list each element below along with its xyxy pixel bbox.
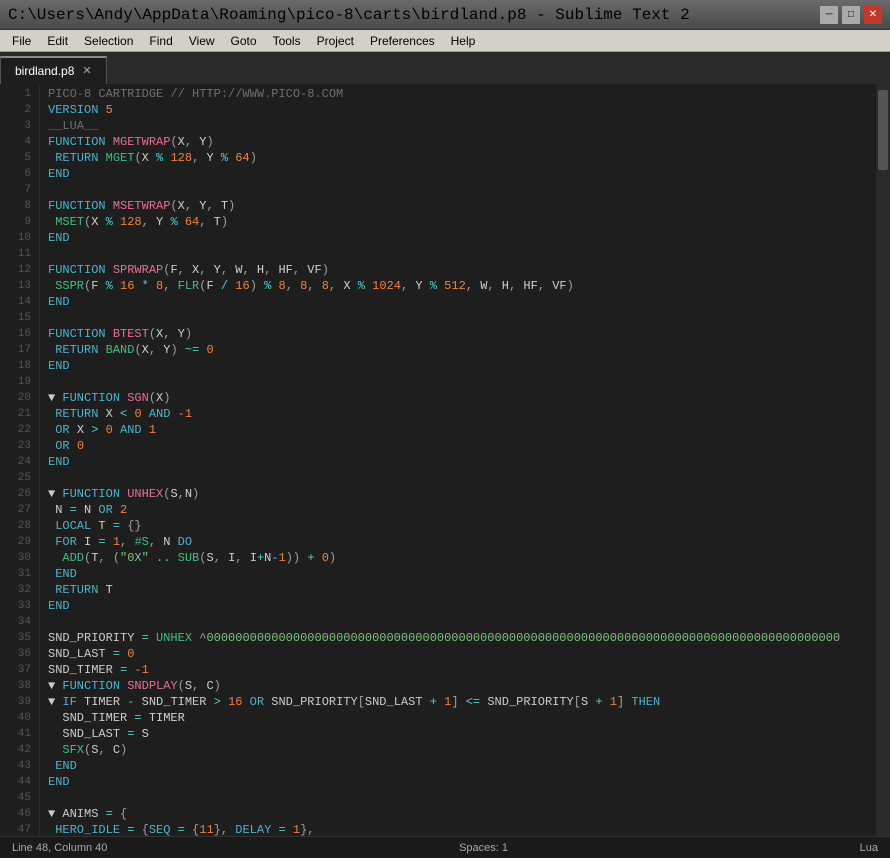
- code-line-41: SND_LAST = S: [48, 726, 876, 742]
- maximize-button[interactable]: □: [842, 6, 860, 24]
- code-line-26: ▼ FUNCTION UNHEX(S,N): [48, 486, 876, 502]
- code-line-45: [48, 790, 876, 806]
- tab-birdland[interactable]: birdland.p8 ✕: [0, 56, 107, 84]
- code-line-34: [48, 614, 876, 630]
- code-line-7: [48, 182, 876, 198]
- tab-close-button[interactable]: ✕: [82, 66, 91, 77]
- menu-file[interactable]: File: [4, 30, 39, 51]
- code-line-37: SND_TIMER = -1: [48, 662, 876, 678]
- code-line-11: [48, 246, 876, 262]
- code-line-42: SFX(S, C): [48, 742, 876, 758]
- close-button[interactable]: ✕: [864, 6, 882, 24]
- code-line-29: FOR I = 1, #S, N DO: [48, 534, 876, 550]
- code-line-46: ▼ ANIMS = {: [48, 806, 876, 822]
- code-line-27: N = N OR 2: [48, 502, 876, 518]
- code-line-12: FUNCTION SPRWRAP(F, X, Y, W, H, HF, VF): [48, 262, 876, 278]
- code-line-39: ▼ IF TIMER - SND_TIMER > 16 OR SND_PRIOR…: [48, 694, 876, 710]
- menu-find[interactable]: Find: [141, 30, 180, 51]
- menu-preferences[interactable]: Preferences: [362, 30, 443, 51]
- code-line-30: ADD(T, ("0X" .. SUB(S, I, I+N-1)) + 0): [48, 550, 876, 566]
- code-line-5: RETURN MGET(X % 128, Y % 64): [48, 150, 876, 166]
- code-line-43: END: [48, 758, 876, 774]
- code-line-21: RETURN X < 0 AND -1: [48, 406, 876, 422]
- window-controls: ─ □ ✕: [820, 6, 882, 24]
- tab-label: birdland.p8: [15, 64, 74, 78]
- code-line-32: RETURN T: [48, 582, 876, 598]
- code-line-15: [48, 310, 876, 326]
- menu-help[interactable]: Help: [443, 30, 484, 51]
- code-line-3: __LUA__: [48, 118, 876, 134]
- code-line-1: PICO-8 CARTRIDGE // HTTP://WWW.PICO-8.CO…: [48, 86, 876, 102]
- code-line-31: END: [48, 566, 876, 582]
- code-line-14: END: [48, 294, 876, 310]
- menu-project[interactable]: Project: [309, 30, 362, 51]
- status-bar: Line 48, Column 40 Spaces: 1 Lua: [0, 836, 890, 858]
- code-line-38: ▼ FUNCTION SNDPLAY(S, C): [48, 678, 876, 694]
- file-type: Lua: [860, 842, 878, 854]
- code-line-22: OR X > 0 AND 1: [48, 422, 876, 438]
- code-line-18: END: [48, 358, 876, 374]
- menu-goto[interactable]: Goto: [223, 30, 265, 51]
- minimize-button[interactable]: ─: [820, 6, 838, 24]
- code-editor[interactable]: PICO-8 CARTRIDGE // HTTP://WWW.PICO-8.CO…: [40, 84, 876, 836]
- code-line-9: MSET(X % 128, Y % 64, T): [48, 214, 876, 230]
- code-line-24: END: [48, 454, 876, 470]
- code-line-17: RETURN BAND(X, Y) ~= 0: [48, 342, 876, 358]
- menu-view[interactable]: View: [181, 30, 223, 51]
- code-line-2: VERSION 5: [48, 102, 876, 118]
- code-line-16: FUNCTION BTEST(X, Y): [48, 326, 876, 342]
- scrollbar[interactable]: [876, 84, 890, 836]
- code-line-28: LOCAL T = {}: [48, 518, 876, 534]
- menu-edit[interactable]: Edit: [39, 30, 76, 51]
- code-line-23: OR 0: [48, 438, 876, 454]
- code-line-33: END: [48, 598, 876, 614]
- tab-bar: birdland.p8 ✕: [0, 52, 890, 84]
- code-line-40: SND_TIMER = TIMER: [48, 710, 876, 726]
- code-line-25: [48, 470, 876, 486]
- code-line-44: END: [48, 774, 876, 790]
- line-numbers: 1 2 3 4 5 6 7 8 9 10 11 12 13 14 15 16 1…: [0, 84, 40, 836]
- title-text: C:\Users\Andy\AppData\Roaming\pico-8\car…: [8, 6, 690, 24]
- cursor-position: Line 48, Column 40: [12, 842, 107, 854]
- code-line-36: SND_LAST = 0: [48, 646, 876, 662]
- code-line-6: END: [48, 166, 876, 182]
- editor-container: 1 2 3 4 5 6 7 8 9 10 11 12 13 14 15 16 1…: [0, 84, 890, 836]
- scrollbar-thumb[interactable]: [878, 90, 888, 170]
- menu-tools[interactable]: Tools: [265, 30, 309, 51]
- code-line-8: FUNCTION MSETWRAP(X, Y, T): [48, 198, 876, 214]
- menu-selection[interactable]: Selection: [76, 30, 141, 51]
- code-line-20: ▼ FUNCTION SGN(X): [48, 390, 876, 406]
- code-line-19: [48, 374, 876, 390]
- code-line-13: SSPR(F % 16 * 8, FLR(F / 16) % 8, 8, 8, …: [48, 278, 876, 294]
- code-line-10: END: [48, 230, 876, 246]
- title-bar: C:\Users\Andy\AppData\Roaming\pico-8\car…: [0, 0, 890, 30]
- menu-bar: File Edit Selection Find View Goto Tools…: [0, 30, 890, 52]
- code-line-35: SND_PRIORITY = UNHEX ^000000000000000000…: [48, 630, 876, 646]
- code-line-47: HERO_IDLE = {SEQ = {11}, DELAY = 1},: [48, 822, 876, 836]
- indentation: Spaces: 1: [459, 842, 508, 854]
- code-line-4: FUNCTION MGETWRAP(X, Y): [48, 134, 876, 150]
